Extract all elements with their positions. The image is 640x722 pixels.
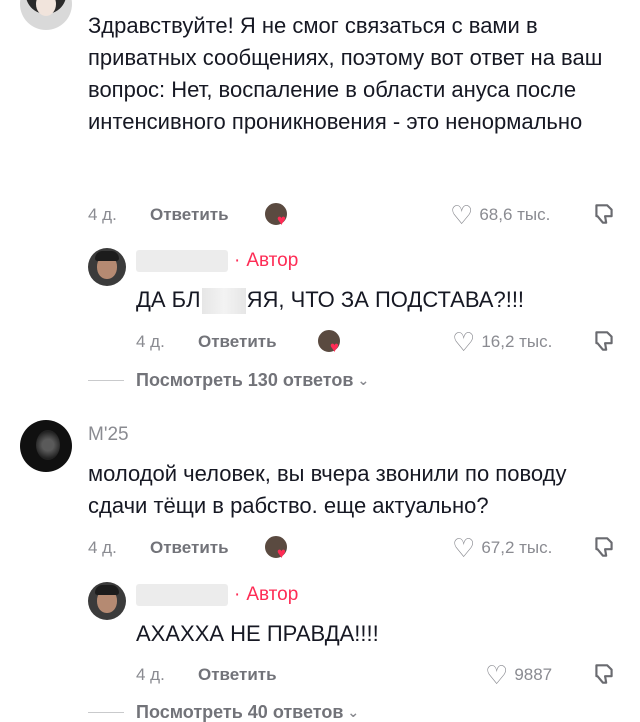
- redacted-username[interactable]: [136, 584, 228, 606]
- redacted-username[interactable]: [136, 250, 228, 272]
- thumbs-down-icon[interactable]: [591, 201, 617, 227]
- like-count: 68,6 тыс.: [479, 205, 551, 224]
- like-button[interactable]: ♡ 67,2 тыс.: [452, 535, 552, 561]
- heart-outline-icon[interactable]: ♡: [450, 202, 473, 228]
- creator-liked-avatar-icon: ♥: [316, 328, 346, 358]
- reply-button[interactable]: Ответить: [198, 332, 277, 352]
- author-badge: Автор: [246, 250, 299, 271]
- comment-text: Здравствуйте! Я не смог связаться с вами…: [88, 13, 603, 134]
- comment-text: молодой человек, вы вчера звонили по пов…: [88, 461, 567, 518]
- commenter-avatar[interactable]: [20, 420, 72, 472]
- heart-outline-icon[interactable]: ♡: [485, 662, 508, 688]
- reply-button[interactable]: Ответить: [198, 665, 277, 685]
- comment-date: 4 д.: [88, 205, 117, 224]
- comment-meta: 4 д. Ответить: [88, 535, 253, 561]
- like-count: 16,2 тыс.: [481, 332, 553, 351]
- reply-date: 4 д.: [136, 665, 165, 684]
- thumbs-down-icon[interactable]: [591, 328, 617, 354]
- reply-button[interactable]: Ответить: [150, 538, 229, 558]
- creator-liked-avatar-icon: ♥: [263, 534, 293, 564]
- creator-liked-avatar-icon: ♥: [263, 201, 293, 231]
- view-replies-button[interactable]: Посмотреть 40 ответов ⌄: [88, 702, 359, 722]
- view-replies-button[interactable]: Посмотреть 130 ответов ⌄: [88, 370, 369, 391]
- comment-meta: 4 д. Ответить: [88, 202, 253, 228]
- censored-text: [201, 288, 246, 315]
- like-count: 67,2 тыс.: [481, 538, 553, 557]
- comment-date: 4 д.: [88, 538, 117, 557]
- like-button[interactable]: ♡ 16,2 тыс.: [452, 329, 552, 355]
- commenter-avatar[interactable]: [20, 0, 72, 30]
- chevron-down-icon: ⌄: [347, 704, 360, 720]
- reply-button[interactable]: Ответить: [150, 205, 229, 225]
- author-badge: Автор: [246, 584, 299, 605]
- author-row: · Автор: [136, 584, 298, 606]
- reply-meta: 4 д. Ответить: [136, 662, 301, 688]
- heart-outline-icon[interactable]: ♡: [452, 329, 475, 355]
- reply-text: ДА БЛ ЯЯ, ЧТО ЗА ПОДСТАВА?!!!: [136, 284, 616, 316]
- commenter-username[interactable]: M'25: [88, 424, 129, 446]
- thumbs-down-icon[interactable]: [591, 661, 617, 687]
- reply-text: АХАХХА НЕ ПРАВДА!!!!: [136, 621, 379, 646]
- author-row: · Автор: [136, 250, 298, 272]
- thumbs-down-icon[interactable]: [591, 534, 617, 560]
- like-button[interactable]: ♡ 9887: [485, 662, 552, 688]
- reply-date: 4 д.: [136, 332, 165, 351]
- author-avatar[interactable]: [88, 248, 126, 286]
- author-avatar[interactable]: [88, 582, 126, 620]
- chevron-down-icon: ⌄: [357, 372, 370, 388]
- like-button[interactable]: ♡ 68,6 тыс.: [450, 202, 550, 228]
- heart-outline-icon[interactable]: ♡: [452, 535, 475, 561]
- reply-meta: 4 д. Ответить: [136, 329, 301, 355]
- like-count: 9887: [514, 665, 553, 684]
